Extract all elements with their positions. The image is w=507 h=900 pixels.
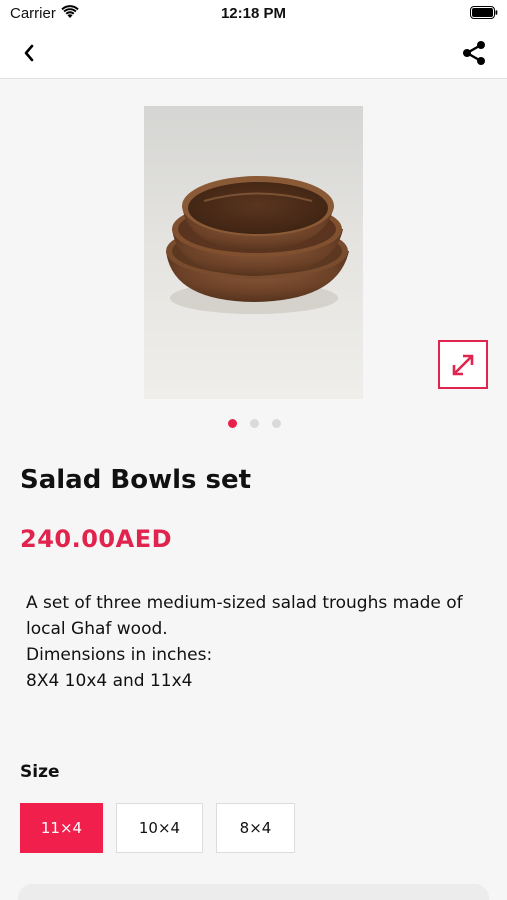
size-option-8x4[interactable]: 8×4 [216, 803, 295, 853]
expand-arrows-icon [452, 354, 474, 375]
description-line: Dimensions in inches: [26, 645, 213, 665]
nav-bar [0, 28, 507, 79]
size-label: Size [20, 762, 60, 782]
expand-button[interactable] [438, 340, 488, 389]
size-options: 11×4 10×4 8×4 [20, 803, 295, 853]
wooden-bowls-photo [166, 176, 349, 314]
status-bar: Carrier 12:18 PM [0, 0, 507, 28]
description-line: local Ghaf wood. [26, 619, 168, 639]
back-button[interactable] [14, 40, 44, 66]
description-line: 8X4 10x4 and 11x4 [26, 671, 193, 691]
product-price: 240.00AED [20, 525, 173, 553]
image-pager [228, 419, 281, 428]
battery-icon [470, 6, 498, 23]
status-time: 12:18 PM [220, 5, 287, 22]
pager-dot[interactable] [250, 419, 259, 428]
share-icon [463, 41, 485, 65]
size-option-11x4[interactable]: 11×4 [20, 803, 103, 853]
pager-dot[interactable] [272, 419, 281, 428]
description-line: A set of three medium-sized salad trough… [26, 593, 463, 613]
product-description: A set of three medium-sized salad trough… [26, 590, 486, 694]
bottom-card [18, 884, 489, 900]
product-title: Salad Bowls set [20, 465, 252, 495]
size-option-10x4[interactable]: 10×4 [116, 803, 203, 853]
chevron-left-icon [24, 44, 34, 62]
product-image[interactable] [144, 106, 363, 399]
pager-dot-active[interactable] [228, 419, 237, 428]
share-button[interactable] [459, 38, 489, 68]
